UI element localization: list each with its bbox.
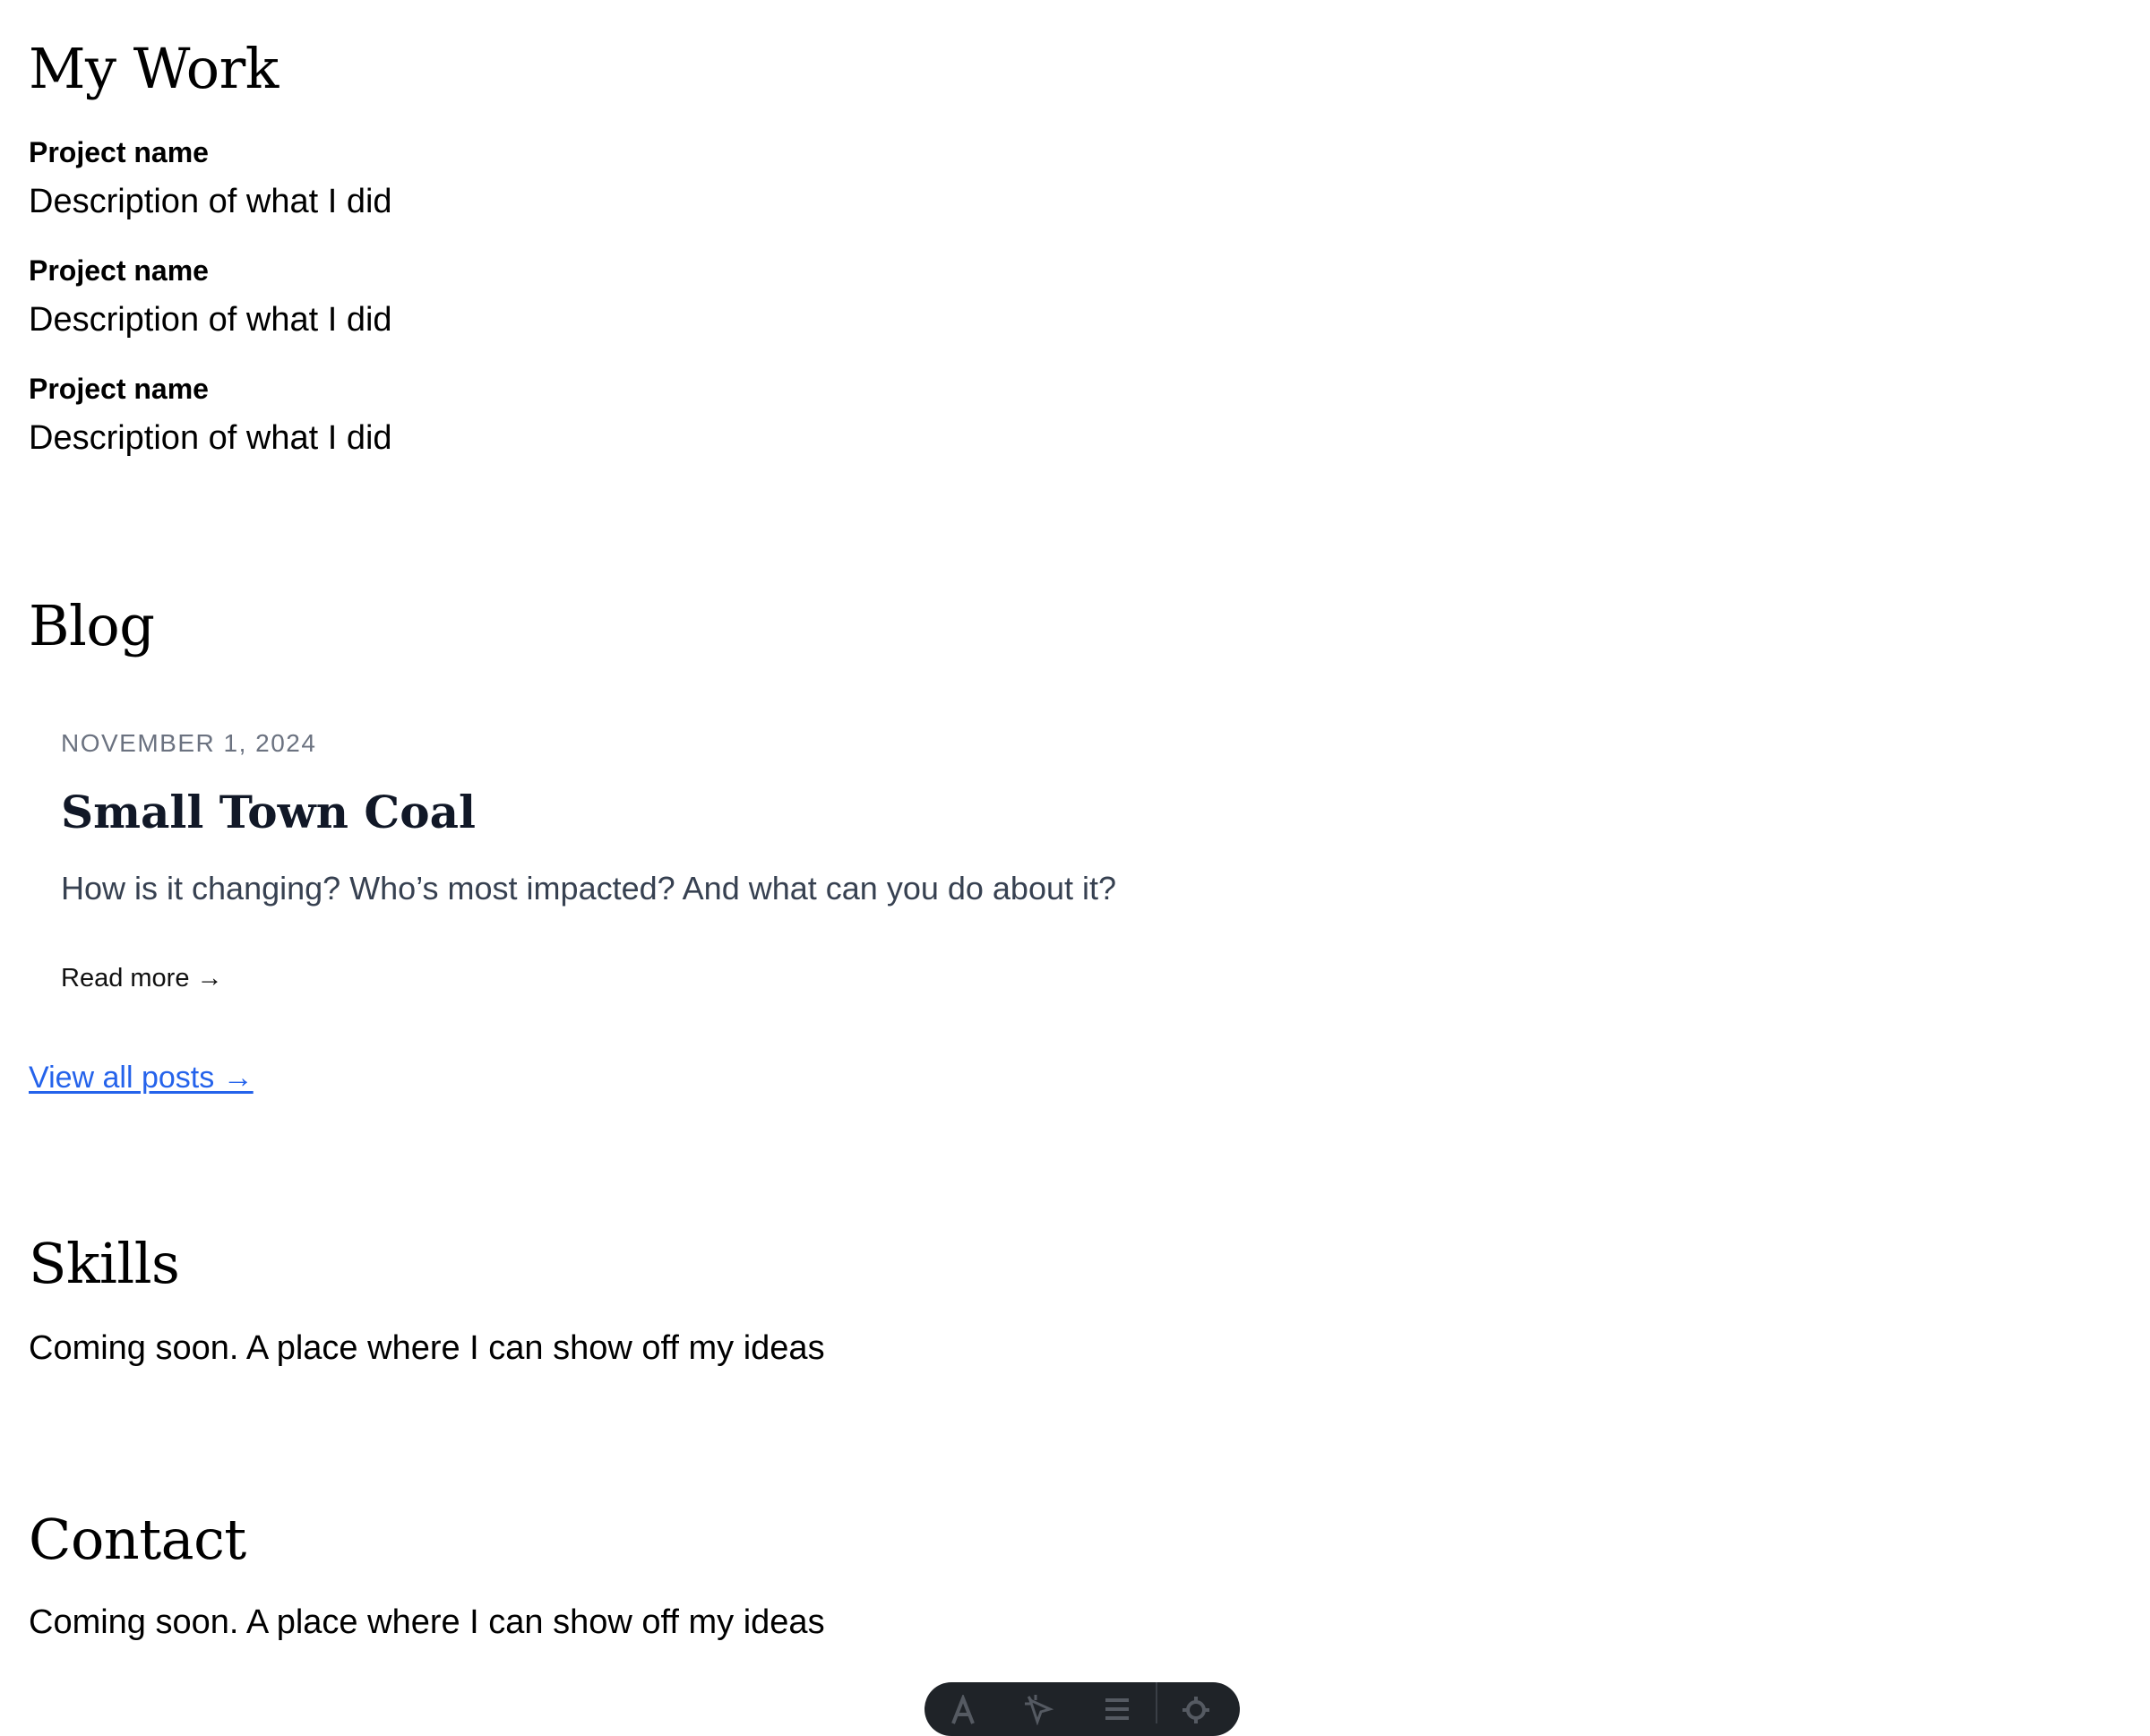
project-name: Project name bbox=[29, 136, 209, 168]
project-item: Project name Description of what I did bbox=[29, 254, 392, 337]
skills-heading: Skills bbox=[29, 1231, 180, 1296]
contact-heading: Contact bbox=[29, 1507, 246, 1572]
skills-text: Coming soon. A place where I can show of… bbox=[29, 1329, 825, 1367]
gear-icon[interactable] bbox=[1157, 1695, 1234, 1731]
post-title[interactable]: Small Town Coal bbox=[61, 790, 476, 835]
project-name: Project name bbox=[29, 254, 209, 287]
my-work-heading: My Work bbox=[29, 36, 279, 101]
post-date: NOVEMBER 1, 2024 bbox=[61, 729, 317, 757]
contact-text: Coming soon. A place where I can show of… bbox=[29, 1603, 825, 1641]
project-description: Description of what I did bbox=[29, 301, 392, 339]
font-icon[interactable] bbox=[924, 1695, 1002, 1731]
blog-heading: Blog bbox=[29, 593, 155, 658]
view-all-posts-link[interactable]: View all posts → bbox=[29, 1061, 254, 1096]
menu-icon[interactable] bbox=[1079, 1695, 1156, 1731]
pointer-icon[interactable] bbox=[1002, 1695, 1079, 1731]
project-item: Project name Description of what I did bbox=[29, 373, 392, 455]
project-description: Description of what I did bbox=[29, 183, 392, 220]
post-excerpt: How is it changing? Who’s most impacted?… bbox=[61, 870, 1117, 907]
read-more-link[interactable]: Read more → bbox=[61, 964, 223, 993]
project-description: Description of what I did bbox=[29, 419, 392, 457]
project-item: Project name Description of what I did bbox=[29, 136, 392, 219]
floating-toolbar bbox=[924, 1682, 1240, 1736]
project-name: Project name bbox=[29, 373, 209, 405]
